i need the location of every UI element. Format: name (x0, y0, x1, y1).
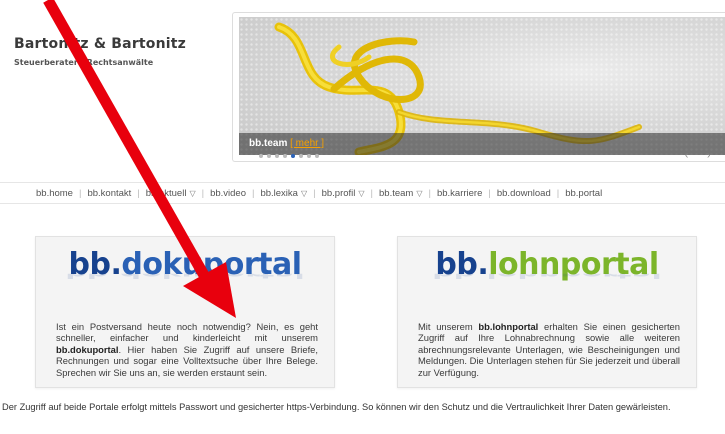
brand-subtitle: Steuerberater - Rechtsanwälte (14, 58, 154, 67)
lohnportal-logo-reflection: bb.lohnportal (398, 274, 696, 281)
nav-item-portal[interactable]: bb.portal (559, 188, 608, 199)
nav-item-aktuell[interactable]: bb.aktuell ▽ (140, 188, 202, 199)
nav-label: bb.team (379, 187, 414, 199)
main-nav: bb.home | bb.kontakt | bb.aktuell ▽ | bb.… (0, 182, 725, 204)
slide-more-link[interactable]: [ mehr ] (290, 138, 324, 149)
slider-dot[interactable] (275, 154, 279, 158)
slider-dots (259, 154, 319, 158)
nav-label: bb.home (36, 187, 73, 199)
slider-dot[interactable] (307, 154, 311, 158)
nav-label: bb.video (210, 187, 246, 199)
slider-dot[interactable] (283, 154, 287, 158)
nav-label: bb.aktuell (145, 187, 187, 199)
dokuportal-card[interactable]: bb.dokuportal bb.dokuportal Ist ein Post… (35, 236, 335, 388)
brand-name: Bartonitz & Bartonitz (14, 36, 187, 52)
lohnportal-card[interactable]: bb.lohnportal bb.lohnportal Mit unserem … (397, 236, 697, 388)
slider-dot[interactable] (267, 154, 271, 158)
slider-next-button[interactable]: › (707, 150, 710, 161)
nav-label: bb.portal (565, 187, 603, 199)
dokuportal-logo-reflection: bb.dokuportal (36, 274, 334, 281)
triangle-down-icon: ▽ (300, 188, 308, 198)
slider-dot[interactable] (299, 154, 303, 158)
brand-block[interactable]: Bartonitz & Bartonitz Steuerberater - Re… (14, 36, 186, 67)
nav-item-lexika[interactable]: bb.lexika ▽ (254, 188, 313, 199)
description-product-name: bb.lohnportal (478, 321, 539, 332)
slider-dot[interactable] (315, 154, 319, 158)
portal-access-note: Der Zugriff auf beide Portale erfolgt mi… (2, 402, 671, 412)
nav-label: bb.profil (321, 187, 356, 199)
description-text: Ist ein Postversand heute noch notwendig… (56, 321, 318, 344)
nav-item-video[interactable]: bb.video (204, 188, 252, 199)
nav-label: bb.kontakt (87, 187, 132, 199)
nav-label: bb.download (496, 187, 551, 199)
slide-caption-title: bb.team (249, 138, 288, 149)
slide-caption: bb.team [ mehr ] (239, 133, 725, 155)
description-product-name: bb.dokuportal (56, 343, 119, 355)
nav-label: bb.lexika (260, 187, 298, 199)
nav-item-karriere[interactable]: bb.karriere (431, 188, 488, 199)
slider-dot[interactable] (259, 154, 263, 158)
nav-item-team[interactable]: bb.team ▽ (373, 188, 428, 199)
description-text: Mit unserem (418, 321, 479, 332)
dokuportal-description: Ist ein Postversand heute noch notwendig… (56, 321, 318, 378)
nav-label: bb.karriere (436, 187, 483, 199)
nav-item-profil[interactable]: bb.profil ▽ (316, 188, 371, 199)
triangle-down-icon: ▽ (416, 188, 423, 198)
slider-dot-active[interactable] (291, 154, 295, 158)
image-slider[interactable]: bb.team [ mehr ] ‹ › (232, 12, 725, 162)
slider-prev-button[interactable]: ‹ (685, 150, 688, 161)
nav-item-kontakt[interactable]: bb.kontakt (81, 188, 137, 199)
lohnportal-description: Mit unserem bb.lohnportal erhalten Sie e… (418, 321, 680, 378)
nav-item-home[interactable]: bb.home (30, 188, 79, 199)
nav-item-download[interactable]: bb.download (491, 188, 557, 199)
triangle-down-icon: ▽ (189, 188, 196, 198)
slide-image[interactable]: bb.team [ mehr ] (239, 17, 725, 155)
triangle-down-icon: ▽ (358, 188, 365, 198)
